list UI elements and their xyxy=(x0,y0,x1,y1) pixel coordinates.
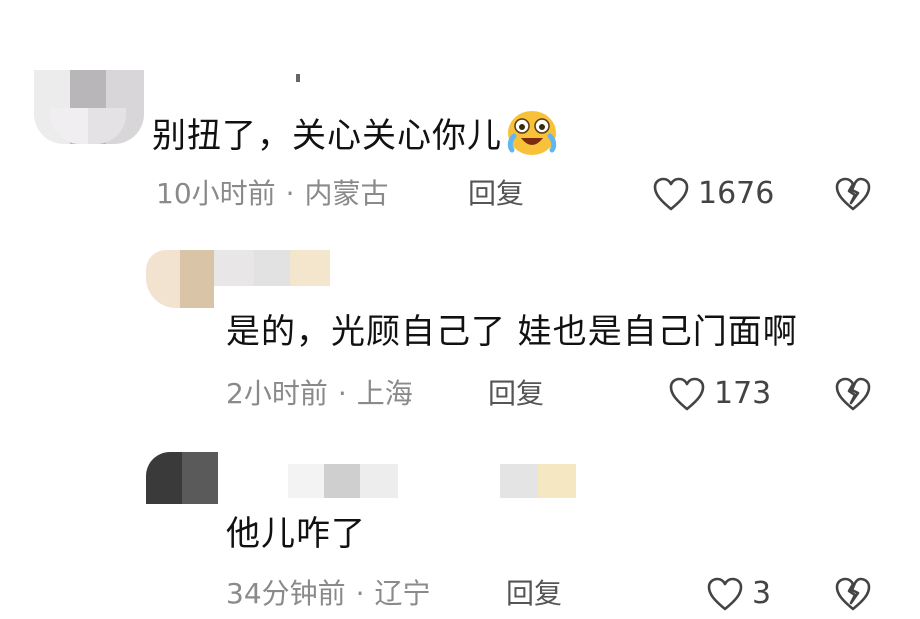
comment-meta: 34分钟前 · 辽宁 xyxy=(226,576,431,612)
comment-item: 别扭了，关心关心你儿 10小时前 · 内蒙古 回复 1676 xyxy=(0,0,920,225)
like-button[interactable]: 173 xyxy=(668,376,771,412)
comment-text: 是的，光顾自己了 娃也是自己门面啊 xyxy=(226,312,798,352)
like-count: 173 xyxy=(714,376,772,411)
avatar[interactable] xyxy=(146,250,214,308)
broken-heart-icon[interactable] xyxy=(834,576,872,612)
badge-mosaic xyxy=(500,464,576,498)
meta-separator: · xyxy=(355,577,365,610)
comment-meta: 2小时前 · 上海 xyxy=(226,376,413,412)
broken-heart-icon[interactable] xyxy=(834,376,872,412)
comment-time: 2小时前 xyxy=(226,377,328,410)
reply-button[interactable]: 回复 xyxy=(468,176,524,212)
username-mosaic xyxy=(288,464,398,498)
meta-separator: · xyxy=(337,377,347,410)
like-button[interactable]: 3 xyxy=(706,576,771,612)
reply-button[interactable]: 回复 xyxy=(506,576,562,612)
username-mark xyxy=(296,74,300,82)
like-count: 3 xyxy=(752,576,772,611)
comment-text: 他儿咋了 xyxy=(226,514,366,554)
heart-icon xyxy=(669,377,705,411)
comment-location: 内蒙古 xyxy=(304,177,389,210)
heart-icon xyxy=(707,577,743,611)
reply-button[interactable]: 回复 xyxy=(488,376,544,412)
comment-meta: 10小时前 · 内蒙古 xyxy=(156,176,389,212)
comment-item: 他儿咋了 34分钟前 · 辽宁 回复 3 xyxy=(0,440,920,619)
comment-location: 上海 xyxy=(356,377,413,410)
meta-separator: · xyxy=(285,177,295,210)
comment-time: 10小时前 xyxy=(156,177,276,210)
broken-heart-icon[interactable] xyxy=(834,176,872,212)
laugh-cry-emoji xyxy=(506,108,558,167)
comment-location: 辽宁 xyxy=(374,577,431,610)
heart-icon xyxy=(653,177,689,211)
like-count: 1676 xyxy=(698,176,775,211)
avatar[interactable] xyxy=(146,452,218,504)
comment-item: 是的，光顾自己了 娃也是自己门面啊 2小时前 · 上海 回复 173 xyxy=(0,230,920,420)
like-button[interactable]: 1676 xyxy=(652,176,774,212)
comment-text: 别扭了，关心关心你儿 xyxy=(152,108,558,167)
username-mosaic xyxy=(214,250,330,286)
comment-time: 34分钟前 xyxy=(226,577,346,610)
